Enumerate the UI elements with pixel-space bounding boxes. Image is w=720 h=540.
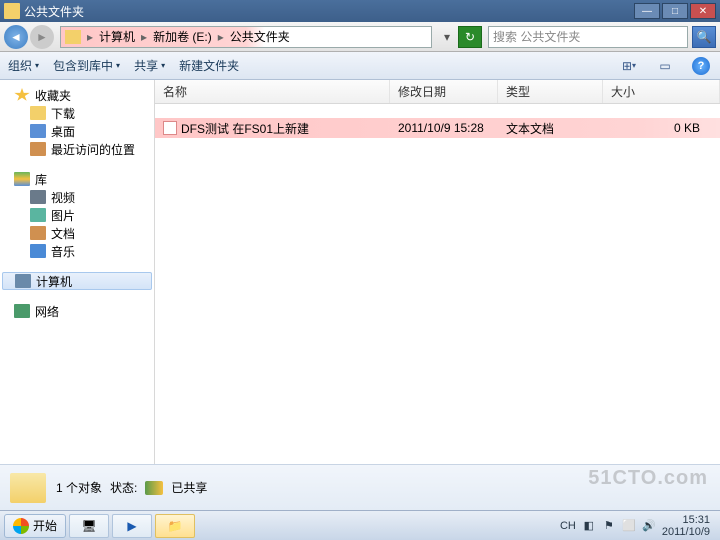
folder-icon bbox=[4, 3, 20, 19]
sidebar-item-documents[interactable]: 文档 bbox=[0, 224, 154, 242]
shared-status: 已共享 bbox=[171, 479, 207, 496]
file-size: 0 KB bbox=[603, 121, 720, 135]
object-count: 1 个对象 bbox=[56, 479, 102, 496]
library-icon bbox=[14, 172, 30, 186]
organize-menu[interactable]: 组织▾ bbox=[8, 57, 39, 74]
file-pane: 名称 修改日期 类型 大小 DFS测试 在FS01上新建 2011/10/9 1… bbox=[155, 80, 720, 464]
system-tray: CH ◧ ⚑ ⬜ 🔊 15:31 2011/10/9 bbox=[554, 514, 716, 538]
search-input[interactable]: 搜索 公共文件夹 bbox=[488, 26, 688, 48]
document-icon bbox=[30, 226, 46, 240]
titlebar: 公共文件夹 — □ ✕ bbox=[0, 0, 720, 22]
network-icon bbox=[14, 304, 30, 318]
window-title: 公共文件夹 bbox=[24, 3, 632, 20]
sidebar: 收藏夹 下载 桌面 最近访问的位置 库 视频 图片 文档 音乐 计算机 网络 bbox=[0, 80, 155, 464]
address-dropdown[interactable]: ▾ bbox=[438, 30, 456, 44]
separator-icon: ▸ bbox=[85, 30, 95, 44]
folder-icon bbox=[10, 473, 46, 503]
shared-icon bbox=[145, 481, 163, 495]
sidebar-item-computer[interactable]: 计算机 bbox=[2, 272, 152, 290]
help-button[interactable]: ? bbox=[690, 56, 712, 76]
sidebar-item-libraries[interactable]: 库 bbox=[0, 170, 154, 188]
sidebar-item-music[interactable]: 音乐 bbox=[0, 242, 154, 260]
taskbar-explorer[interactable]: 📁 bbox=[155, 514, 195, 538]
computer-icon bbox=[15, 274, 31, 288]
address-bar[interactable]: ▸ 计算机 ▸ 新加卷 (E:) ▸ 公共文件夹 bbox=[60, 26, 432, 48]
file-type: 文本文档 bbox=[498, 120, 603, 137]
windows-logo-icon bbox=[13, 518, 29, 534]
content-area: 收藏夹 下载 桌面 最近访问的位置 库 视频 图片 文档 音乐 计算机 网络 名… bbox=[0, 80, 720, 464]
separator-icon: ▸ bbox=[139, 30, 149, 44]
search-button[interactable]: 🔍 bbox=[692, 26, 716, 48]
taskbar-powershell[interactable]: ▶ bbox=[112, 514, 152, 538]
minimize-button[interactable]: — bbox=[634, 3, 660, 19]
tray-icon[interactable]: ⚑ bbox=[602, 519, 616, 533]
file-name: DFS测试 在FS01上新建 bbox=[181, 120, 309, 137]
video-icon bbox=[30, 190, 46, 204]
forward-button[interactable]: ► bbox=[30, 25, 54, 49]
toolbar: 组织▾ 包含到库中▾ 共享▾ 新建文件夹 ⊞▾ ▭ ? bbox=[0, 52, 720, 80]
close-button[interactable]: ✕ bbox=[690, 3, 716, 19]
preview-pane-button[interactable]: ▭ bbox=[654, 56, 676, 76]
sidebar-item-videos[interactable]: 视频 bbox=[0, 188, 154, 206]
file-icon bbox=[163, 121, 177, 135]
breadcrumb[interactable]: 计算机 bbox=[95, 28, 139, 45]
column-size[interactable]: 大小 bbox=[603, 80, 720, 103]
back-button[interactable]: ◄ bbox=[4, 25, 28, 49]
search-placeholder: 搜索 公共文件夹 bbox=[493, 28, 580, 45]
sidebar-item-recent[interactable]: 最近访问的位置 bbox=[0, 140, 154, 158]
include-library-menu[interactable]: 包含到库中▾ bbox=[53, 57, 120, 74]
watermark: 51CTO.com bbox=[588, 467, 708, 490]
separator-icon: ▸ bbox=[216, 30, 226, 44]
column-date[interactable]: 修改日期 bbox=[390, 80, 498, 103]
column-name[interactable]: 名称 bbox=[155, 80, 390, 103]
file-date: 2011/10/9 15:28 bbox=[390, 121, 498, 135]
language-indicator[interactable]: CH bbox=[560, 520, 576, 532]
new-folder-button[interactable]: 新建文件夹 bbox=[179, 57, 239, 74]
tray-icon[interactable]: ◧ bbox=[582, 519, 596, 533]
start-button[interactable]: 开始 bbox=[4, 514, 66, 538]
navbar: ◄ ► ▸ 计算机 ▸ 新加卷 (E:) ▸ 公共文件夹 ▾ ↻ 搜索 公共文件… bbox=[0, 22, 720, 52]
desktop-icon bbox=[30, 124, 46, 138]
help-icon: ? bbox=[692, 57, 710, 75]
music-icon bbox=[30, 244, 46, 258]
file-row[interactable]: DFS测试 在FS01上新建 2011/10/9 15:28 文本文档 0 KB bbox=[155, 118, 720, 138]
sidebar-item-network[interactable]: 网络 bbox=[0, 302, 154, 320]
recent-icon bbox=[30, 142, 46, 156]
chevron-down-icon: ▾ bbox=[35, 61, 39, 70]
breadcrumb[interactable]: 公共文件夹 bbox=[226, 28, 294, 45]
sidebar-item-downloads[interactable]: 下载 bbox=[0, 104, 154, 122]
breadcrumb[interactable]: 新加卷 (E:) bbox=[149, 28, 216, 45]
chevron-down-icon: ▾ bbox=[161, 61, 165, 70]
column-headers: 名称 修改日期 类型 大小 bbox=[155, 80, 720, 104]
share-menu[interactable]: 共享▾ bbox=[134, 57, 165, 74]
star-icon bbox=[14, 88, 30, 102]
view-button[interactable]: ⊞▾ bbox=[618, 56, 640, 76]
tray-sound-icon[interactable]: 🔊 bbox=[642, 519, 656, 533]
chevron-down-icon: ▾ bbox=[116, 61, 120, 70]
tray-network-icon[interactable]: ⬜ bbox=[622, 519, 636, 533]
picture-icon bbox=[30, 208, 46, 222]
taskbar-server-manager[interactable]: 🖥 bbox=[69, 514, 109, 538]
folder-icon bbox=[65, 30, 81, 44]
sidebar-item-pictures[interactable]: 图片 bbox=[0, 206, 154, 224]
maximize-button[interactable]: □ bbox=[662, 3, 688, 19]
refresh-button[interactable]: ↻ bbox=[458, 26, 482, 48]
sidebar-item-favorites[interactable]: 收藏夹 bbox=[0, 86, 154, 104]
sidebar-item-desktop[interactable]: 桌面 bbox=[0, 122, 154, 140]
clock[interactable]: 15:31 2011/10/9 bbox=[662, 514, 710, 538]
download-icon bbox=[30, 106, 46, 120]
status-label: 状态: bbox=[110, 479, 137, 496]
column-type[interactable]: 类型 bbox=[498, 80, 603, 103]
taskbar: 开始 🖥 ▶ 📁 CH ◧ ⚑ ⬜ 🔊 15:31 2011/10/9 bbox=[0, 510, 720, 540]
